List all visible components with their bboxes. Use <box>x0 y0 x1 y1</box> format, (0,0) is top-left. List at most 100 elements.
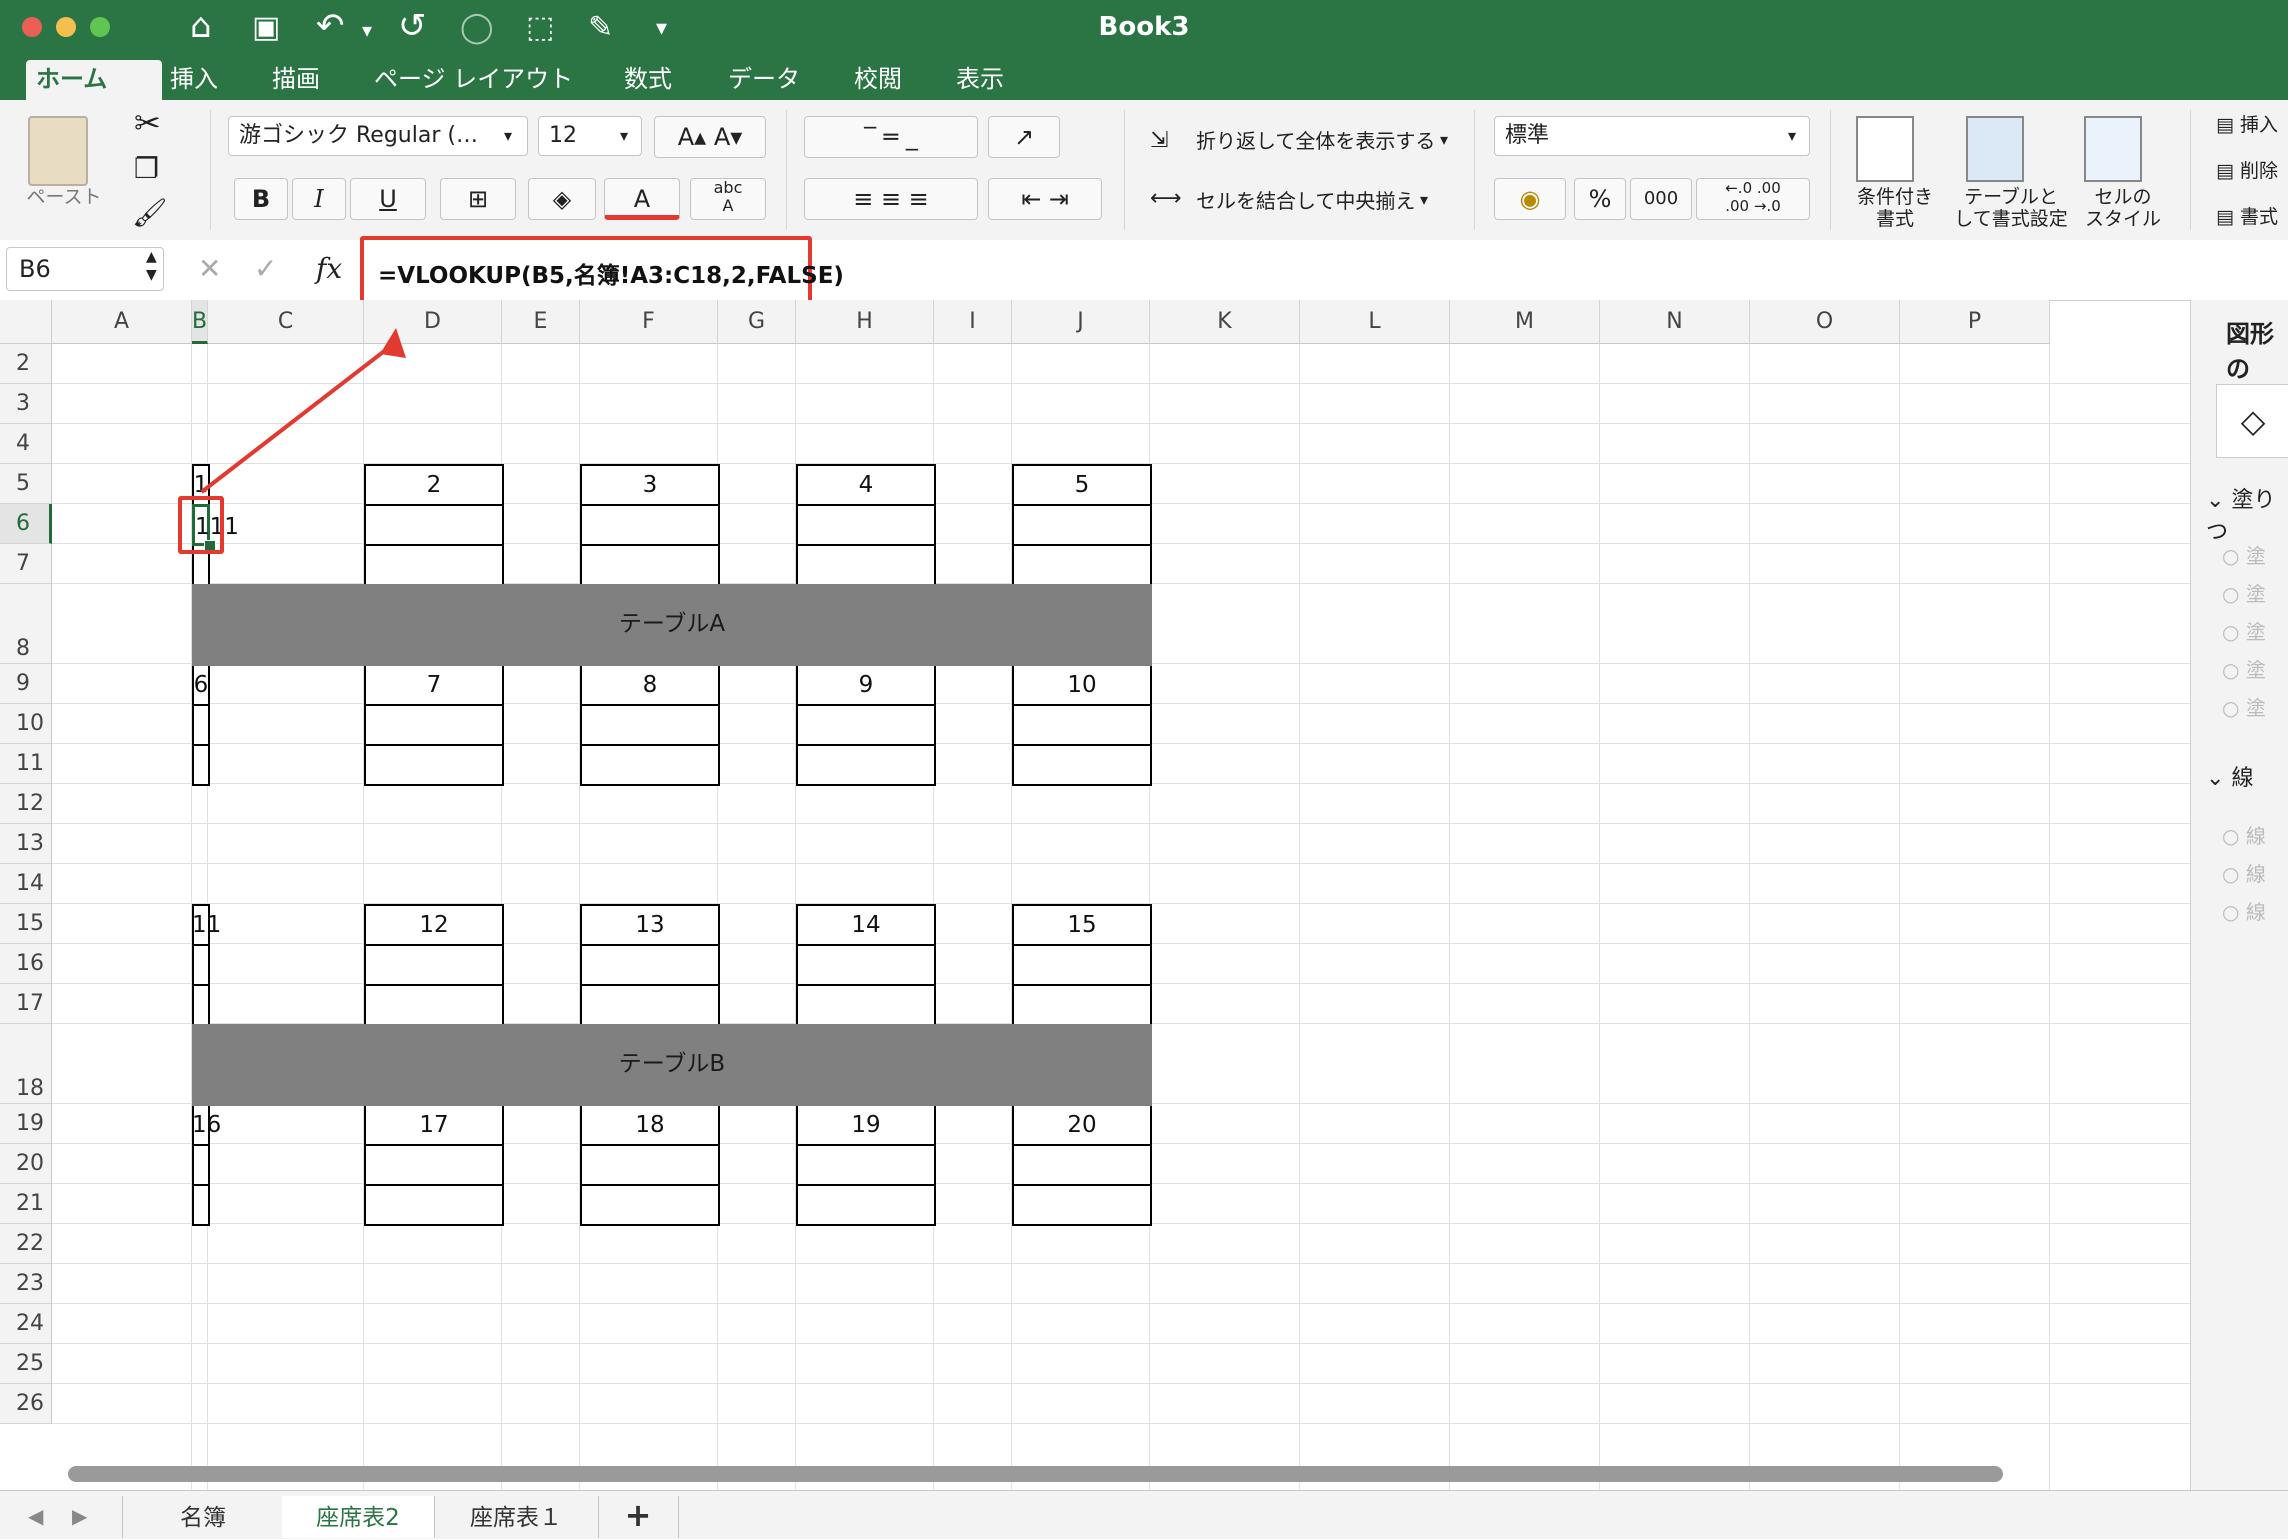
column-header-l[interactable]: L <box>1300 300 1450 344</box>
row-header-16[interactable]: 16 <box>0 944 52 984</box>
row-header-22[interactable]: 22 <box>0 1224 52 1264</box>
add-sheet-button[interactable]: + <box>598 1496 679 1538</box>
indent-buttons[interactable]: ⇤ ⇥ <box>988 178 1102 220</box>
percent-button[interactable]: % <box>1574 178 1626 220</box>
row-header-3[interactable]: 3 <box>0 384 52 424</box>
line-option-radio[interactable]: ○ 線 <box>2222 820 2266 849</box>
line-section-header[interactable]: ⌄ 線 <box>2206 760 2253 792</box>
column-header-o[interactable]: O <box>1750 300 1900 344</box>
line-option-radio[interactable]: ○ 線 <box>2222 896 2266 925</box>
font-size-adjust-buttons[interactable]: A▴ A▾ <box>654 116 766 158</box>
fill-option-radio[interactable]: ○ 塗 <box>2222 578 2266 607</box>
comma-button[interactable]: 000 <box>1630 178 1692 220</box>
select-all-corner[interactable] <box>0 300 52 344</box>
row-header-20[interactable]: 20 <box>0 1144 52 1184</box>
tab-page-layout[interactable]: ページ レイアウト <box>364 60 583 100</box>
sheet-tab-seating-1[interactable]: 座席表１ <box>434 1496 599 1538</box>
number-format-select[interactable]: 標準 <box>1494 116 1810 156</box>
table-format-icon[interactable] <box>1966 116 2024 182</box>
tab-formulas[interactable]: 数式 <box>614 60 682 100</box>
row-header-7[interactable]: 7 <box>0 544 52 584</box>
format-painter-icon[interactable]: 🖌 <box>132 196 168 229</box>
row-header-5[interactable]: 5 <box>0 464 52 504</box>
name-box-stepper-icon[interactable]: ▲ ▼ <box>146 248 157 284</box>
row-header-18[interactable]: 18 <box>0 1024 52 1104</box>
column-header-j[interactable]: J <box>1012 300 1150 344</box>
format-cells-button[interactable]: ▤ 書式 <box>2216 206 2288 228</box>
tab-home[interactable]: ホーム <box>26 60 162 100</box>
fill-option-radio[interactable]: ○ 塗 <box>2222 540 2266 569</box>
insert-function-button[interactable]: fx <box>316 252 342 285</box>
tab-data[interactable]: データ <box>718 60 810 100</box>
column-header-p[interactable]: P <box>1900 300 2050 344</box>
row-header-13[interactable]: 13 <box>0 824 52 864</box>
font-name-select[interactable]: 游ゴシック Regular (… <box>228 116 528 156</box>
formula-input[interactable]: =VLOOKUP(B5,名簿!A3:C18,2,FALSE) <box>378 256 844 290</box>
tab-insert[interactable]: 挿入 <box>160 60 228 100</box>
row-header-21[interactable]: 21 <box>0 1184 52 1224</box>
column-header-g[interactable]: G <box>718 300 796 344</box>
copy-icon[interactable]: ❐ <box>134 152 159 185</box>
borders-icon[interactable]: ⊞ <box>440 178 516 220</box>
vertical-align-buttons[interactable]: ‾ ═ _ <box>804 116 978 158</box>
currency-icon[interactable]: ◉ <box>1494 178 1566 220</box>
underline-button[interactable]: U <box>350 178 426 220</box>
row-header-12[interactable]: 12 <box>0 784 52 824</box>
delete-cells-button[interactable]: ▤ 削除 <box>2216 160 2288 182</box>
scroll-left-icon[interactable]: ◀ <box>28 1504 43 1528</box>
font-color-icon[interactable]: A <box>604 178 680 220</box>
cell-style-icon[interactable] <box>2084 116 2142 182</box>
row-header-17[interactable]: 17 <box>0 984 52 1024</box>
column-header-f[interactable]: F <box>580 300 718 344</box>
column-header-n[interactable]: N <box>1600 300 1750 344</box>
conditional-format-icon[interactable] <box>1856 116 1914 182</box>
row-header-4[interactable]: 4 <box>0 424 52 464</box>
row-header-11[interactable]: 11 <box>0 744 52 784</box>
fill-section-header[interactable]: ⌄ 塗りつ <box>2206 482 2288 546</box>
horizontal-scrollbar[interactable] <box>68 1466 2003 1482</box>
scroll-right-icon[interactable]: ▶ <box>72 1504 87 1528</box>
line-option-radio[interactable]: ○ 線 <box>2222 858 2266 887</box>
row-header-10[interactable]: 10 <box>0 704 52 744</box>
column-header-k[interactable]: K <box>1150 300 1300 344</box>
name-box[interactable]: B6 <box>6 247 164 291</box>
fill-option-radio[interactable]: ○ 塗 <box>2222 654 2266 683</box>
merge-center-button[interactable]: セルを結合して中央揃え <box>1196 190 1415 212</box>
fill-color-icon[interactable]: ◈ <box>528 178 596 220</box>
row-header-14[interactable]: 14 <box>0 864 52 904</box>
phonetic-icon[interactable]: abc A <box>690 178 766 220</box>
cancel-icon[interactable]: ✕ <box>198 252 221 285</box>
tab-view[interactable]: 表示 <box>946 60 1014 100</box>
row-header-6[interactable]: 6 <box>0 504 52 544</box>
row-header-24[interactable]: 24 <box>0 1304 52 1344</box>
column-header-m[interactable]: M <box>1450 300 1600 344</box>
row-header-15[interactable]: 15 <box>0 904 52 944</box>
row-header-9[interactable]: 9 <box>0 664 52 704</box>
column-header-a[interactable]: A <box>52 300 192 344</box>
wrap-text-button[interactable]: 折り返して全体を表示する <box>1196 130 1435 152</box>
column-header-h[interactable]: H <box>796 300 934 344</box>
row-header-2[interactable]: 2 <box>0 344 52 384</box>
fill-option-radio[interactable]: ○ 塗 <box>2222 616 2266 645</box>
row-header-23[interactable]: 23 <box>0 1264 52 1304</box>
paste-icon[interactable] <box>28 116 88 186</box>
cut-icon[interactable]: ✂ <box>134 104 161 142</box>
tab-draw[interactable]: 描画 <box>262 60 330 100</box>
tab-review[interactable]: 校閲 <box>844 60 912 100</box>
fill-option-radio[interactable]: ○ 塗 <box>2222 692 2266 721</box>
row-header-8[interactable]: 8 <box>0 584 52 664</box>
insert-cells-button[interactable]: ▤ 挿入 <box>2216 114 2288 136</box>
orientation-icon[interactable]: ↗ <box>988 116 1060 158</box>
italic-button[interactable]: I <box>292 178 346 220</box>
column-header-e[interactable]: E <box>502 300 580 344</box>
fill-line-icon[interactable]: ◇ <box>2216 384 2288 458</box>
row-header-26[interactable]: 26 <box>0 1384 52 1424</box>
column-header-i[interactable]: I <box>934 300 1012 344</box>
sheet-tab-seating-2[interactable]: 座席表2 <box>282 1496 435 1538</box>
row-header-19[interactable]: 19 <box>0 1104 52 1144</box>
column-header-d[interactable]: D <box>364 300 502 344</box>
confirm-icon[interactable]: ✓ <box>254 252 277 285</box>
bold-button[interactable]: B <box>234 178 288 220</box>
column-header-b[interactable]: B <box>192 300 208 344</box>
column-header-c[interactable]: C <box>208 300 364 344</box>
